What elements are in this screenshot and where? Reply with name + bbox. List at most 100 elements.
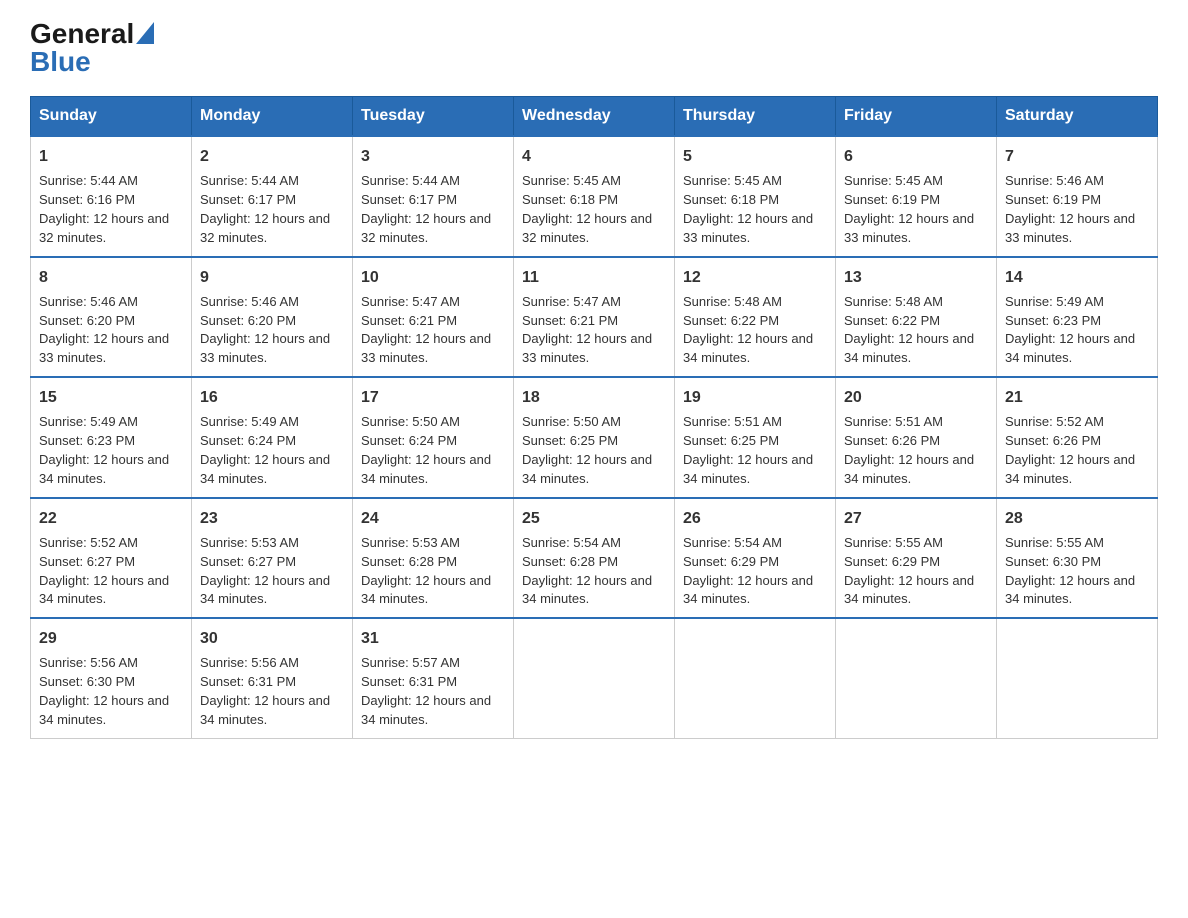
day-info: Sunrise: 5:44 AMSunset: 6:17 PMDaylight:… — [200, 173, 330, 245]
day-number: 9 — [200, 266, 344, 289]
day-number: 29 — [39, 627, 183, 650]
calendar-cell: 10Sunrise: 5:47 AMSunset: 6:21 PMDayligh… — [353, 257, 514, 378]
day-info: Sunrise: 5:45 AMSunset: 6:18 PMDaylight:… — [522, 173, 652, 245]
day-info: Sunrise: 5:55 AMSunset: 6:30 PMDaylight:… — [1005, 535, 1135, 607]
day-number: 1 — [39, 145, 183, 168]
day-number: 16 — [200, 386, 344, 409]
calendar-week-row: 29 Sunrise: 5:56 AMSunset: 6:30 PMDayligh… — [31, 618, 1158, 738]
day-info: Sunrise: 5:47 AMSunset: 6:21 PMDaylight:… — [522, 294, 652, 366]
day-number: 28 — [1005, 507, 1149, 530]
day-number: 31 — [361, 627, 505, 650]
page-header: General Blue — [30, 20, 1158, 76]
day-info: Sunrise: 5:50 AMSunset: 6:25 PMDaylight:… — [522, 414, 652, 486]
day-number: 30 — [200, 627, 344, 650]
day-info: Sunrise: 5:45 AMSunset: 6:19 PMDaylight:… — [844, 173, 974, 245]
day-info: Sunrise: 5:54 AMSunset: 6:28 PMDaylight:… — [522, 535, 652, 607]
calendar-cell: 4 Sunrise: 5:45 AMSunset: 6:18 PMDaylight… — [514, 136, 675, 257]
day-info: Sunrise: 5:56 AMSunset: 6:31 PMDaylight:… — [200, 655, 330, 727]
day-number: 4 — [522, 145, 666, 168]
calendar-cell: 21Sunrise: 5:52 AMSunset: 6:26 PMDayligh… — [997, 377, 1158, 498]
day-info: Sunrise: 5:53 AMSunset: 6:27 PMDaylight:… — [200, 535, 330, 607]
day-number: 27 — [844, 507, 988, 530]
day-info: Sunrise: 5:50 AMSunset: 6:24 PMDaylight:… — [361, 414, 491, 486]
calendar-cell: 2 Sunrise: 5:44 AMSunset: 6:17 PMDaylight… — [192, 136, 353, 257]
calendar-week-row: 1Sunrise: 5:44 AMSunset: 6:16 PMDaylight… — [31, 136, 1158, 257]
calendar-cell — [514, 618, 675, 738]
calendar-cell: 26 Sunrise: 5:54 AMSunset: 6:29 PMDayligh… — [675, 498, 836, 619]
day-info: Sunrise: 5:45 AMSunset: 6:18 PMDaylight:… — [683, 173, 813, 245]
calendar-cell: 25 Sunrise: 5:54 AMSunset: 6:28 PMDayligh… — [514, 498, 675, 619]
day-number: 24 — [361, 507, 505, 530]
day-info: Sunrise: 5:51 AMSunset: 6:25 PMDaylight:… — [683, 414, 813, 486]
calendar-cell: 14 Sunrise: 5:49 AMSunset: 6:23 PMDayligh… — [997, 257, 1158, 378]
calendar-cell: 8Sunrise: 5:46 AMSunset: 6:20 PMDaylight… — [31, 257, 192, 378]
calendar-cell — [836, 618, 997, 738]
calendar-cell: 23 Sunrise: 5:53 AMSunset: 6:27 PMDayligh… — [192, 498, 353, 619]
day-info: Sunrise: 5:44 AMSunset: 6:17 PMDaylight:… — [361, 173, 491, 245]
day-number: 7 — [1005, 145, 1149, 168]
column-header-monday: Monday — [192, 97, 353, 137]
calendar-cell: 19 Sunrise: 5:51 AMSunset: 6:25 PMDayligh… — [675, 377, 836, 498]
calendar-cell: 6Sunrise: 5:45 AMSunset: 6:19 PMDaylight… — [836, 136, 997, 257]
day-info: Sunrise: 5:56 AMSunset: 6:30 PMDaylight:… — [39, 655, 169, 727]
calendar-cell: 9Sunrise: 5:46 AMSunset: 6:20 PMDaylight… — [192, 257, 353, 378]
day-info: Sunrise: 5:52 AMSunset: 6:26 PMDaylight:… — [1005, 414, 1135, 486]
calendar-cell: 27 Sunrise: 5:55 AMSunset: 6:29 PMDayligh… — [836, 498, 997, 619]
day-info: Sunrise: 5:57 AMSunset: 6:31 PMDaylight:… — [361, 655, 491, 727]
calendar-cell: 13 Sunrise: 5:48 AMSunset: 6:22 PMDayligh… — [836, 257, 997, 378]
calendar-cell: 31 Sunrise: 5:57 AMSunset: 6:31 PMDayligh… — [353, 618, 514, 738]
day-number: 23 — [200, 507, 344, 530]
calendar-cell: 28 Sunrise: 5:55 AMSunset: 6:30 PMDayligh… — [997, 498, 1158, 619]
day-info: Sunrise: 5:55 AMSunset: 6:29 PMDaylight:… — [844, 535, 974, 607]
day-info: Sunrise: 5:46 AMSunset: 6:20 PMDaylight:… — [39, 294, 169, 366]
calendar-cell: 29 Sunrise: 5:56 AMSunset: 6:30 PMDayligh… — [31, 618, 192, 738]
day-info: Sunrise: 5:53 AMSunset: 6:28 PMDaylight:… — [361, 535, 491, 607]
day-info: Sunrise: 5:49 AMSunset: 6:24 PMDaylight:… — [200, 414, 330, 486]
day-number: 18 — [522, 386, 666, 409]
calendar-cell — [675, 618, 836, 738]
column-header-thursday: Thursday — [675, 97, 836, 137]
day-number: 17 — [361, 386, 505, 409]
calendar-table: SundayMondayTuesdayWednesdayThursdayFrid… — [30, 96, 1158, 739]
day-info: Sunrise: 5:51 AMSunset: 6:26 PMDaylight:… — [844, 414, 974, 486]
calendar-cell: 7 Sunrise: 5:46 AMSunset: 6:19 PMDaylight… — [997, 136, 1158, 257]
day-number: 25 — [522, 507, 666, 530]
day-number: 19 — [683, 386, 827, 409]
logo-blue-text: Blue — [30, 46, 91, 77]
calendar-cell: 1Sunrise: 5:44 AMSunset: 6:16 PMDaylight… — [31, 136, 192, 257]
day-number: 26 — [683, 507, 827, 530]
day-number: 12 — [683, 266, 827, 289]
day-number: 22 — [39, 507, 183, 530]
day-info: Sunrise: 5:49 AMSunset: 6:23 PMDaylight:… — [1005, 294, 1135, 366]
calendar-week-row: 22 Sunrise: 5:52 AMSunset: 6:27 PMDayligh… — [31, 498, 1158, 619]
calendar-cell: 22 Sunrise: 5:52 AMSunset: 6:27 PMDayligh… — [31, 498, 192, 619]
calendar-cell: 17 Sunrise: 5:50 AMSunset: 6:24 PMDayligh… — [353, 377, 514, 498]
calendar-cell: 5 Sunrise: 5:45 AMSunset: 6:18 PMDaylight… — [675, 136, 836, 257]
day-number: 11 — [522, 266, 666, 289]
day-info: Sunrise: 5:49 AMSunset: 6:23 PMDaylight:… — [39, 414, 169, 486]
day-info: Sunrise: 5:54 AMSunset: 6:29 PMDaylight:… — [683, 535, 813, 607]
day-info: Sunrise: 5:52 AMSunset: 6:27 PMDaylight:… — [39, 535, 169, 607]
column-header-tuesday: Tuesday — [353, 97, 514, 137]
day-number: 3 — [361, 145, 505, 168]
calendar-cell: 12Sunrise: 5:48 AMSunset: 6:22 PMDayligh… — [675, 257, 836, 378]
day-number: 2 — [200, 145, 344, 168]
day-info: Sunrise: 5:48 AMSunset: 6:22 PMDaylight:… — [844, 294, 974, 366]
calendar-week-row: 8Sunrise: 5:46 AMSunset: 6:20 PMDaylight… — [31, 257, 1158, 378]
day-number: 5 — [683, 145, 827, 168]
calendar-cell: 15 Sunrise: 5:49 AMSunset: 6:23 PMDayligh… — [31, 377, 192, 498]
column-header-wednesday: Wednesday — [514, 97, 675, 137]
calendar-header-row: SundayMondayTuesdayWednesdayThursdayFrid… — [31, 97, 1158, 137]
calendar-cell: 30 Sunrise: 5:56 AMSunset: 6:31 PMDayligh… — [192, 618, 353, 738]
calendar-cell: 18 Sunrise: 5:50 AMSunset: 6:25 PMDayligh… — [514, 377, 675, 498]
calendar-cell: 24 Sunrise: 5:53 AMSunset: 6:28 PMDayligh… — [353, 498, 514, 619]
calendar-week-row: 15 Sunrise: 5:49 AMSunset: 6:23 PMDayligh… — [31, 377, 1158, 498]
logo-general-text: General — [30, 20, 134, 48]
day-number: 15 — [39, 386, 183, 409]
logo: General Blue — [30, 20, 154, 76]
day-info: Sunrise: 5:47 AMSunset: 6:21 PMDaylight:… — [361, 294, 491, 366]
day-number: 14 — [1005, 266, 1149, 289]
day-info: Sunrise: 5:46 AMSunset: 6:19 PMDaylight:… — [1005, 173, 1135, 245]
calendar-cell — [997, 618, 1158, 738]
day-number: 13 — [844, 266, 988, 289]
